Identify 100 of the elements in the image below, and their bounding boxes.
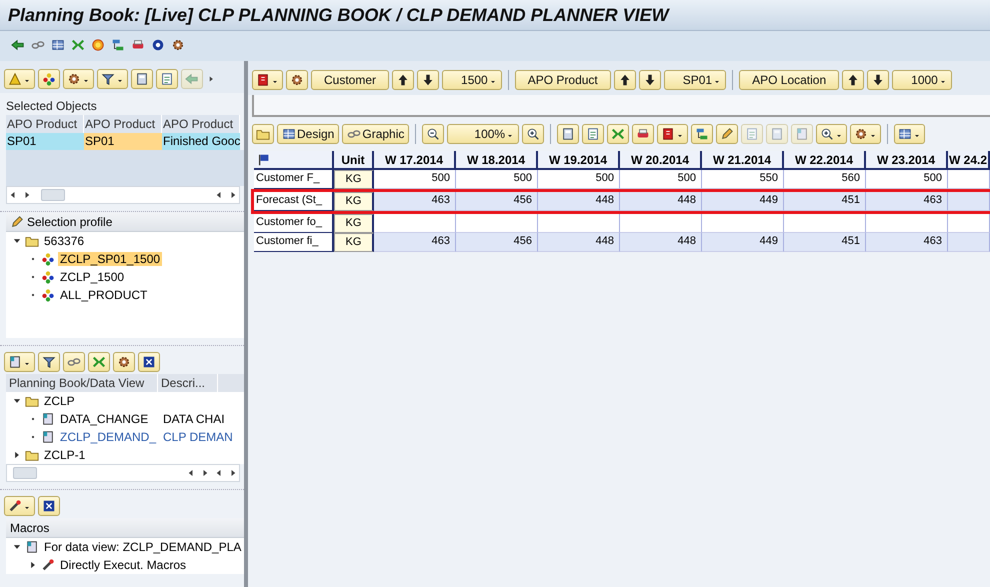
arrow-down-button[interactable] (417, 70, 440, 90)
value-dropdown[interactable]: 1000 (892, 70, 952, 90)
gear-button[interactable] (63, 69, 94, 89)
document-button[interactable] (156, 69, 178, 89)
zoom-in-icon (526, 127, 540, 141)
horizontal-scrollbar[interactable] (6, 464, 240, 482)
table-cell[interactable]: SP01 (84, 133, 162, 150)
gear-button[interactable] (850, 124, 882, 144)
colored-dots-button[interactable] (38, 69, 60, 89)
warning-button[interactable] (4, 69, 35, 89)
tree-item-description: CLP DEMAN (163, 430, 233, 444)
zoom-dropdown[interactable]: 100% (447, 124, 520, 144)
value-cell[interactable]: 463 (866, 192, 948, 211)
value-cell[interactable]: 560 (784, 170, 866, 189)
back-icon (11, 38, 25, 52)
column-header: W 21.2014 (702, 151, 784, 170)
data-view-icon (41, 430, 55, 444)
unit-cell: KG (334, 214, 374, 233)
gear-button[interactable] (286, 70, 308, 90)
column-header: W 17.2014 (374, 151, 456, 170)
value-cell[interactable]: 448 (538, 233, 620, 252)
colored-dots-icon (41, 288, 55, 302)
value-cell[interactable]: 463 (866, 233, 948, 252)
horizontal-scrollbar[interactable] (6, 186, 240, 204)
characteristic-button[interactable]: APO Product (514, 70, 611, 90)
value-cell[interactable]: 451 (784, 233, 866, 252)
close-button[interactable] (138, 352, 160, 372)
folder-button[interactable] (252, 124, 274, 144)
value-cell[interactable]: 456 (456, 192, 538, 211)
scrollbar-thumb[interactable] (41, 189, 65, 201)
document-button[interactable] (582, 124, 604, 144)
funnel-button[interactable] (97, 69, 128, 89)
value-dropdown[interactable]: SP01 (664, 70, 726, 90)
colored-dots-icon (41, 270, 55, 284)
hierarchy-button[interactable] (691, 124, 714, 144)
table-icon (282, 127, 296, 141)
characteristic-button[interactable]: Customer (311, 70, 390, 90)
arrow-up-button[interactable] (392, 70, 414, 90)
zoom-in-button[interactable] (816, 124, 848, 144)
column-header: Unit (334, 151, 374, 170)
data-view-icon (41, 412, 55, 426)
table-cell[interactable]: Finished Gooc (162, 133, 240, 150)
printer-button[interactable] (632, 124, 654, 144)
hierarchy-icon (695, 127, 710, 141)
close-button[interactable] (38, 496, 60, 516)
value-cell[interactable]: 500 (620, 170, 702, 189)
flag-icon (257, 152, 271, 166)
value-cell[interactable]: 550 (702, 170, 784, 189)
graphic-button[interactable]: Graphic (342, 124, 410, 144)
arrow-up-button[interactable] (842, 70, 864, 90)
arrow-down-button[interactable] (638, 70, 661, 90)
close-icon (142, 355, 156, 369)
tree-item[interactable]: 563376 (42, 234, 86, 248)
value-cell[interactable]: 500 (538, 170, 620, 189)
chain-button[interactable] (63, 352, 85, 372)
zoom-in-button[interactable] (522, 124, 544, 144)
value-dropdown[interactable]: 1500 (442, 70, 502, 90)
table-cell[interactable]: SP01 (6, 133, 84, 150)
arrow-up-button[interactable] (614, 70, 636, 90)
value-cell[interactable]: 456 (456, 233, 538, 252)
tree-item-description: DATA CHAI (163, 412, 225, 426)
table-button[interactable] (894, 124, 926, 144)
value-cell[interactable]: 500 (374, 170, 456, 189)
pencil-button[interactable] (716, 124, 738, 144)
funnel-button[interactable] (38, 352, 60, 372)
value-cell[interactable]: 448 (620, 233, 702, 252)
unit-cell: KG (334, 233, 374, 252)
row-label: Customer fo_ (254, 214, 334, 233)
unit-cell: KG (334, 192, 374, 211)
arrow-down-button[interactable] (867, 70, 890, 90)
tile-button[interactable] (657, 124, 688, 144)
value-cell[interactable]: 463 (374, 192, 456, 211)
folder-icon (25, 234, 39, 248)
column-header: APO Product (6, 115, 84, 133)
warning-icon (8, 72, 22, 86)
wand-icon (41, 558, 55, 572)
tree-item[interactable]: DATA_CHANGE (58, 412, 160, 426)
colored-dots-icon (41, 252, 55, 266)
value-cell[interactable]: 449 (702, 233, 784, 252)
document-icon (586, 127, 600, 141)
tree-item[interactable]: ZCLP_SP01_1500 (58, 252, 162, 266)
tile-button[interactable] (252, 70, 283, 90)
column-header: W 20.2014 (620, 151, 702, 170)
characteristic-button[interactable]: APO Location (739, 70, 840, 90)
gear-button[interactable] (113, 352, 135, 372)
column-header: W 22.2014 (784, 151, 866, 170)
zoom-out-button[interactable] (422, 124, 444, 144)
value-cell[interactable]: 449 (702, 192, 784, 211)
value-cell[interactable]: 451 (784, 192, 866, 211)
wand-button[interactable] (4, 496, 35, 516)
value-cell[interactable]: 500 (866, 170, 948, 189)
value-cell[interactable]: 448 (620, 192, 702, 211)
design-button[interactable]: Design (277, 124, 340, 144)
value-cell[interactable]: 463 (374, 233, 456, 252)
value-cell[interactable]: 448 (538, 192, 620, 211)
value-cell[interactable]: 500 (456, 170, 538, 189)
tree-item[interactable]: ZCLP_DEMAND_ (58, 430, 160, 444)
scrollbar-thumb[interactable] (13, 467, 37, 479)
wand-icon (8, 499, 22, 513)
data-view-button[interactable] (4, 352, 35, 372)
